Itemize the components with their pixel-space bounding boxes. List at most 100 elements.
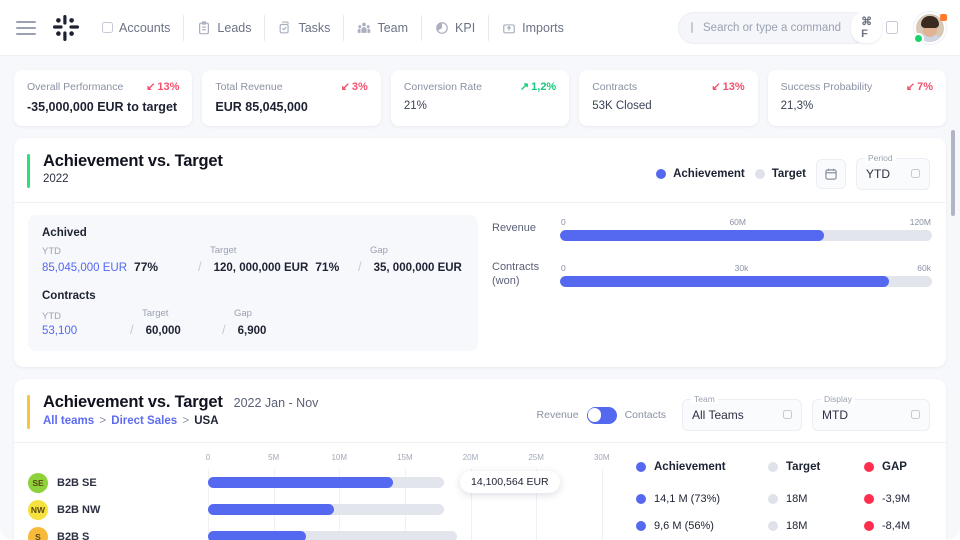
chart-row[interactable]: NW B2B NW bbox=[28, 496, 628, 523]
kpi-card-success-probability[interactable]: Success Probability ↙ 7% 21,3% bbox=[767, 70, 947, 126]
nav-label: Tasks bbox=[298, 20, 331, 35]
bar-axis-ticks: 0 60M 120M bbox=[560, 217, 932, 227]
legend-dot-icon bbox=[754, 169, 765, 179]
search-placeholder: Search or type a command bbox=[703, 21, 842, 34]
panel1-body: Achived YTD 85,045,000 EUR 77% Target / … bbox=[14, 203, 946, 367]
nav-item-tasks[interactable]: Tasks bbox=[264, 14, 343, 41]
nav-label: Leads bbox=[217, 20, 252, 35]
panel-achievement-vs-target-ytd: Achievement vs. Target 2022 Achievement … bbox=[14, 138, 946, 367]
bell-icon[interactable] bbox=[882, 18, 902, 38]
revenue-contacts-toggle[interactable]: Revenue Contacts bbox=[537, 406, 666, 424]
kpi-delta-value: 13% bbox=[157, 81, 180, 93]
bar-label: Revenue bbox=[492, 222, 537, 235]
kpi-card-overall-performance[interactable]: Overall Performance ↙ 13% -35,000,000 EU… bbox=[14, 70, 193, 126]
stats-row-achieved: YTD 85,045,000 EUR 77% Target / 120, 000… bbox=[42, 245, 464, 274]
toggle-switch[interactable] bbox=[586, 406, 617, 424]
arrow-down-icon: ↙ bbox=[711, 80, 721, 93]
chevron-down-icon bbox=[771, 406, 792, 424]
display-select-label: Display bbox=[821, 394, 855, 404]
kpi-delta-value: 3% bbox=[351, 81, 368, 93]
scrollbar[interactable] bbox=[951, 130, 955, 216]
avatar: NW bbox=[28, 499, 48, 520]
breadcrumb-all-teams[interactable]: All teams bbox=[43, 415, 94, 427]
kpi-value: -35,000,000 EUR to target bbox=[27, 100, 178, 114]
kpi-card-total-revenue[interactable]: Total Revenue ↙ 3% EUR 85,045,000 bbox=[202, 70, 381, 126]
stat-caption: Gap bbox=[370, 245, 388, 256]
stat-value: 35, 000,000 EUR bbox=[373, 262, 462, 274]
stats-heading-contracts: Contracts bbox=[42, 290, 96, 302]
stat-caption: YTD bbox=[42, 246, 61, 257]
period-select[interactable]: Period YTD bbox=[856, 153, 930, 190]
nav-item-team[interactable]: Team bbox=[343, 14, 421, 41]
avatar: S bbox=[28, 526, 48, 540]
kpi-card-conversion-rate[interactable]: Conversion Rate ↗ 1,2% 21% bbox=[390, 70, 570, 126]
nav-item-leads[interactable]: Leads bbox=[183, 14, 264, 41]
hamburger-icon[interactable] bbox=[16, 20, 36, 35]
bar-fill bbox=[560, 230, 824, 241]
panel2-header: Achievement vs. Target 2022 Jan - Nov Al… bbox=[14, 379, 946, 443]
stat-caption: Target bbox=[142, 308, 169, 319]
legend-dot-icon bbox=[636, 520, 646, 531]
legend-dot-icon bbox=[864, 461, 874, 472]
legend-label: Achievement bbox=[673, 168, 745, 180]
slack-logo[interactable] bbox=[52, 14, 80, 42]
calendar-button[interactable] bbox=[816, 159, 846, 189]
kpi-delta-value: 13% bbox=[722, 81, 745, 93]
nav-label: Accounts bbox=[119, 20, 171, 35]
import-icon bbox=[502, 21, 516, 35]
kpi-delta: ↗ 1,2% bbox=[520, 81, 556, 93]
breadcrumb-direct-sales[interactable]: Direct Sales bbox=[111, 415, 177, 427]
chart-row[interactable]: S B2B S bbox=[28, 523, 628, 540]
main-nav: Accounts Leads Tasks Team KPI Imports bbox=[98, 11, 577, 45]
accent-bar bbox=[27, 154, 30, 188]
team-select-label: Team bbox=[691, 394, 718, 404]
divider-icon: / bbox=[198, 259, 202, 274]
nav-label: Imports bbox=[522, 20, 564, 35]
nav-item-accounts[interactable]: Accounts bbox=[98, 15, 183, 41]
nav-item-kpi[interactable]: KPI bbox=[421, 14, 488, 41]
kpi-cards-row: Overall Performance ↙ 13% -35,000,000 EU… bbox=[14, 70, 947, 126]
kpi-card-contracts[interactable]: Contracts ↙ 13% 53K Closed bbox=[579, 70, 758, 126]
stat-value: 120, 000,000 EUR bbox=[213, 262, 309, 274]
breadcrumb: All teams > Direct Sales > USA bbox=[43, 415, 318, 427]
page-title: Achievement vs. Target bbox=[43, 393, 223, 411]
axis-tick: 25M bbox=[528, 453, 544, 462]
kpi-label: Total Revenue bbox=[215, 81, 283, 93]
team-icon bbox=[357, 21, 371, 35]
legend-dot-icon bbox=[768, 461, 778, 472]
bar-fill bbox=[208, 504, 334, 515]
panel1-header: Achievement vs. Target 2022 Achievement … bbox=[14, 138, 946, 203]
axis-tick: 15M bbox=[397, 453, 413, 462]
axis-tick: 0 bbox=[561, 217, 566, 227]
legend-achievement-value: 9,6 M (56%) bbox=[636, 520, 768, 532]
display-select[interactable]: Display MTD bbox=[812, 394, 930, 431]
avatar[interactable] bbox=[913, 11, 947, 44]
row-name: B2B NW bbox=[57, 503, 101, 516]
app-window: Accounts Leads Tasks Team KPI Imports Se… bbox=[0, 0, 960, 540]
divider-icon: / bbox=[130, 322, 134, 337]
legend-dot-icon bbox=[768, 493, 778, 504]
legend-achievement: Achievement bbox=[656, 168, 745, 180]
legend-dot-icon bbox=[636, 493, 646, 504]
panel1-bar-chart: Revenue 0 60M 120M Contracts (won) 0 30k… bbox=[492, 215, 932, 351]
legend-value-rows: 14,1 M (73%)18M-3,9M9,6 M (56%)18M-8,4M7… bbox=[636, 485, 932, 540]
kpi-label: Contracts bbox=[592, 81, 638, 93]
nav-label: Team bbox=[377, 20, 409, 35]
axis-tick: 30k bbox=[734, 262, 749, 273]
nav-item-imports[interactable]: Imports bbox=[488, 14, 577, 41]
panel-subtitle: 2022 bbox=[43, 173, 69, 185]
kpi-label: Success Probability bbox=[780, 81, 873, 93]
legend-gap: GAP bbox=[864, 461, 907, 473]
bar-row-contracts: Contracts (won) 0 30k 60k bbox=[492, 261, 932, 289]
panel2-legend-table: Achievement Target GAP 14,1 M (73%) 18M -3… bbox=[628, 453, 932, 540]
stat-contracts-target: Target / 60,000 bbox=[130, 308, 222, 337]
team-select[interactable]: Team All Teams bbox=[682, 394, 802, 431]
panel-achievement-vs-target-teams: Achievement vs. Target 2022 Jan - Nov Al… bbox=[14, 379, 946, 540]
bell-glyph bbox=[886, 21, 898, 34]
breadcrumb-usa[interactable]: USA bbox=[194, 415, 218, 427]
search-input[interactable]: Search or type a command ⌘ F bbox=[678, 11, 883, 44]
row-bar bbox=[208, 504, 628, 515]
stat-achieved-gap: Gap / 35, 000,000 EUR bbox=[358, 245, 462, 274]
legend-row: 9,6 M (56%) 18M -8,4M bbox=[636, 512, 932, 539]
legend-dot-icon bbox=[656, 169, 667, 179]
